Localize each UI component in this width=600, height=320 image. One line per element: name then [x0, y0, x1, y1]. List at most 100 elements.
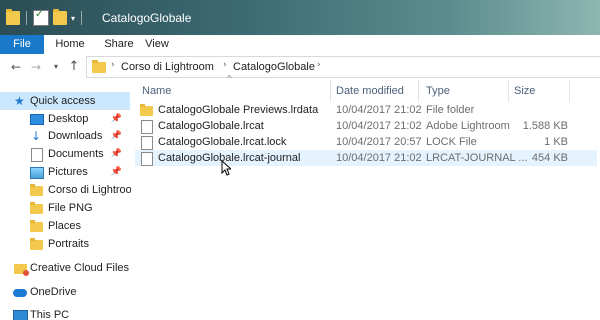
- pin-icon[interactable]: 📌: [111, 145, 122, 163]
- breadcrumb-chevron-icon[interactable]: ›: [111, 60, 115, 70]
- file-explorer-window: ▾ CatalogoGlobale File Home Share View ←…: [0, 0, 600, 320]
- window-title: CatalogoGlobale: [102, 11, 192, 25]
- column-divider[interactable]: [569, 80, 570, 102]
- column-divider[interactable]: [418, 80, 419, 102]
- file-icon: [141, 136, 153, 150]
- sidebar-item-label: OneDrive: [30, 286, 77, 298]
- file-size: 454 KB: [531, 152, 568, 164]
- column-header-date-modified[interactable]: Date modified: [336, 83, 404, 99]
- folder-icon: [30, 238, 43, 250]
- address-bar[interactable]: › Corso di Lightroom › CatalogoGlobale ›: [86, 56, 600, 78]
- breadcrumb-corso-di-lightroom[interactable]: Corso di Lightroom: [121, 61, 214, 73]
- folder-icon: [30, 220, 43, 232]
- desktop-icon: [30, 114, 44, 125]
- file-name: CatalogoGlobale Previews.lrdata: [158, 104, 319, 116]
- onedrive-icon: [13, 289, 27, 297]
- sidebar-item-label: This PC: [30, 309, 70, 320]
- file-type: File folder: [426, 104, 475, 116]
- breadcrumb-catalogoglobale[interactable]: CatalogoGlobale: [233, 61, 315, 73]
- sidebar-item-label: Quick access: [30, 95, 96, 107]
- sidebar-item-downloads[interactable]: ↓ Downloads 📌: [0, 127, 130, 145]
- computer-icon: [13, 310, 28, 320]
- quick-access-toolbar: ▾: [6, 9, 84, 26]
- sidebar-item-label: Creative Cloud Files: [30, 262, 130, 274]
- column-header-type[interactable]: Type: [426, 83, 450, 99]
- pictures-icon: [30, 167, 44, 179]
- tab-file[interactable]: File: [0, 35, 44, 54]
- file-date: 10/04/2017 20:57: [336, 136, 422, 148]
- sidebar-item-places[interactable]: Places: [0, 217, 130, 235]
- folder-icon: [92, 60, 106, 73]
- up-arrow-icon[interactable]: ↑: [66, 59, 82, 75]
- title-bar: ▾ CatalogoGlobale: [0, 0, 600, 35]
- column-divider[interactable]: [330, 80, 331, 102]
- folder-icon: [30, 202, 43, 214]
- new-folder-icon[interactable]: [53, 9, 67, 25]
- forward-arrow-icon[interactable]: →: [28, 59, 44, 75]
- sidebar-item-file-png[interactable]: File PNG: [0, 199, 130, 217]
- customize-toolbar-chevron-icon[interactable]: ▾: [71, 14, 75, 23]
- file-size: 1.588 KB: [522, 120, 568, 132]
- pin-icon[interactable]: 📌: [111, 127, 122, 145]
- sidebar-item-documents[interactable]: Documents 📌: [0, 145, 130, 163]
- file-row-lrcat[interactable]: CatalogoGlobale.lrcat 10/04/2017 21:02 A…: [135, 118, 597, 134]
- sidebar-item-label: Corso di Lightroom: [48, 184, 141, 196]
- sidebar-item-label: Documents: [48, 148, 104, 160]
- sidebar-item-onedrive[interactable]: OneDrive: [0, 283, 130, 301]
- file-name: CatalogoGlobale.lrcat: [158, 120, 264, 132]
- file-row-journal[interactable]: CatalogoGlobale.lrcat-journal 10/04/2017…: [135, 150, 597, 166]
- sidebar-item-creative-cloud-files[interactable]: Creative Cloud Files: [0, 259, 130, 277]
- sidebar-item-label: File PNG: [48, 202, 93, 214]
- documents-icon: [31, 148, 43, 162]
- file-type: LOCK File: [426, 136, 477, 148]
- sidebar-item-label: Desktop: [48, 113, 89, 125]
- pin-icon[interactable]: 📌: [111, 163, 122, 181]
- toolbar-divider: [26, 11, 27, 25]
- sidebar-item-label: Downloads: [48, 130, 103, 142]
- mouse-cursor-icon: [221, 160, 231, 176]
- download-icon: ↓: [31, 129, 42, 143]
- sidebar-item-label: Portraits: [48, 238, 89, 250]
- back-arrow-icon[interactable]: ←: [8, 59, 24, 75]
- folder-icon: [30, 184, 43, 196]
- file-type: Adobe Lightroom: [426, 120, 510, 132]
- sidebar-item-label: Pictures: [48, 166, 88, 178]
- ribbon-tabs: File Home Share View: [0, 35, 600, 55]
- pin-icon[interactable]: 📌: [111, 110, 122, 128]
- column-divider[interactable]: [508, 80, 509, 102]
- file-date: 10/04/2017 21:02: [336, 152, 422, 164]
- sidebar-item-desktop[interactable]: Desktop 📌: [0, 110, 130, 128]
- creative-cloud-icon: [14, 264, 29, 276]
- folder-icon: [140, 104, 153, 116]
- breadcrumb-chevron-icon[interactable]: ›: [223, 60, 227, 70]
- tab-share[interactable]: Share: [97, 35, 141, 54]
- sidebar-item-pictures[interactable]: Pictures 📌: [0, 163, 130, 181]
- navigation-pane: ★ Quick access Desktop 📌 ↓ Downloads 📌 D…: [0, 80, 141, 320]
- sidebar-item-corso-di-lightroom[interactable]: Corso di Lightroom: [0, 181, 141, 199]
- sidebar-item-portraits[interactable]: Portraits: [0, 235, 130, 253]
- properties-icon[interactable]: [33, 9, 49, 26]
- file-list: ^ Name Date modified Type Size CatalogoG…: [131, 74, 600, 320]
- file-row-previews[interactable]: CatalogoGlobale Previews.lrdata 10/04/20…: [135, 102, 597, 118]
- file-row-lock[interactable]: CatalogoGlobale.lrcat.lock 10/04/2017 20…: [135, 134, 597, 150]
- tab-home[interactable]: Home: [48, 35, 92, 54]
- file-date: 10/04/2017 21:02: [336, 120, 422, 132]
- sidebar-item-this-pc[interactable]: This PC: [0, 306, 130, 320]
- file-icon: [141, 120, 153, 134]
- recent-locations-chevron-icon[interactable]: ▾: [48, 59, 64, 75]
- column-header-name[interactable]: Name: [142, 83, 171, 99]
- file-icon: [141, 152, 153, 166]
- sort-ascending-icon: ^: [226, 74, 233, 83]
- navigation-bar: ← → ▾ ↑ › Corso di Lightroom › CatalogoG…: [0, 54, 600, 80]
- folder-icon[interactable]: [6, 9, 20, 25]
- star-icon: ★: [14, 94, 25, 108]
- file-name: CatalogoGlobale.lrcat.lock: [158, 136, 287, 148]
- breadcrumb-chevron-icon[interactable]: ›: [317, 60, 321, 70]
- toolbar-divider: [81, 11, 83, 25]
- column-header-size[interactable]: Size: [514, 83, 535, 99]
- sidebar-item-quick-access[interactable]: ★ Quick access: [0, 92, 130, 110]
- tab-view[interactable]: View: [137, 35, 177, 54]
- sidebar-item-label: Places: [48, 220, 82, 232]
- file-size: 1 KB: [544, 136, 568, 148]
- file-type: LRCAT-JOURNAL ...: [426, 152, 528, 164]
